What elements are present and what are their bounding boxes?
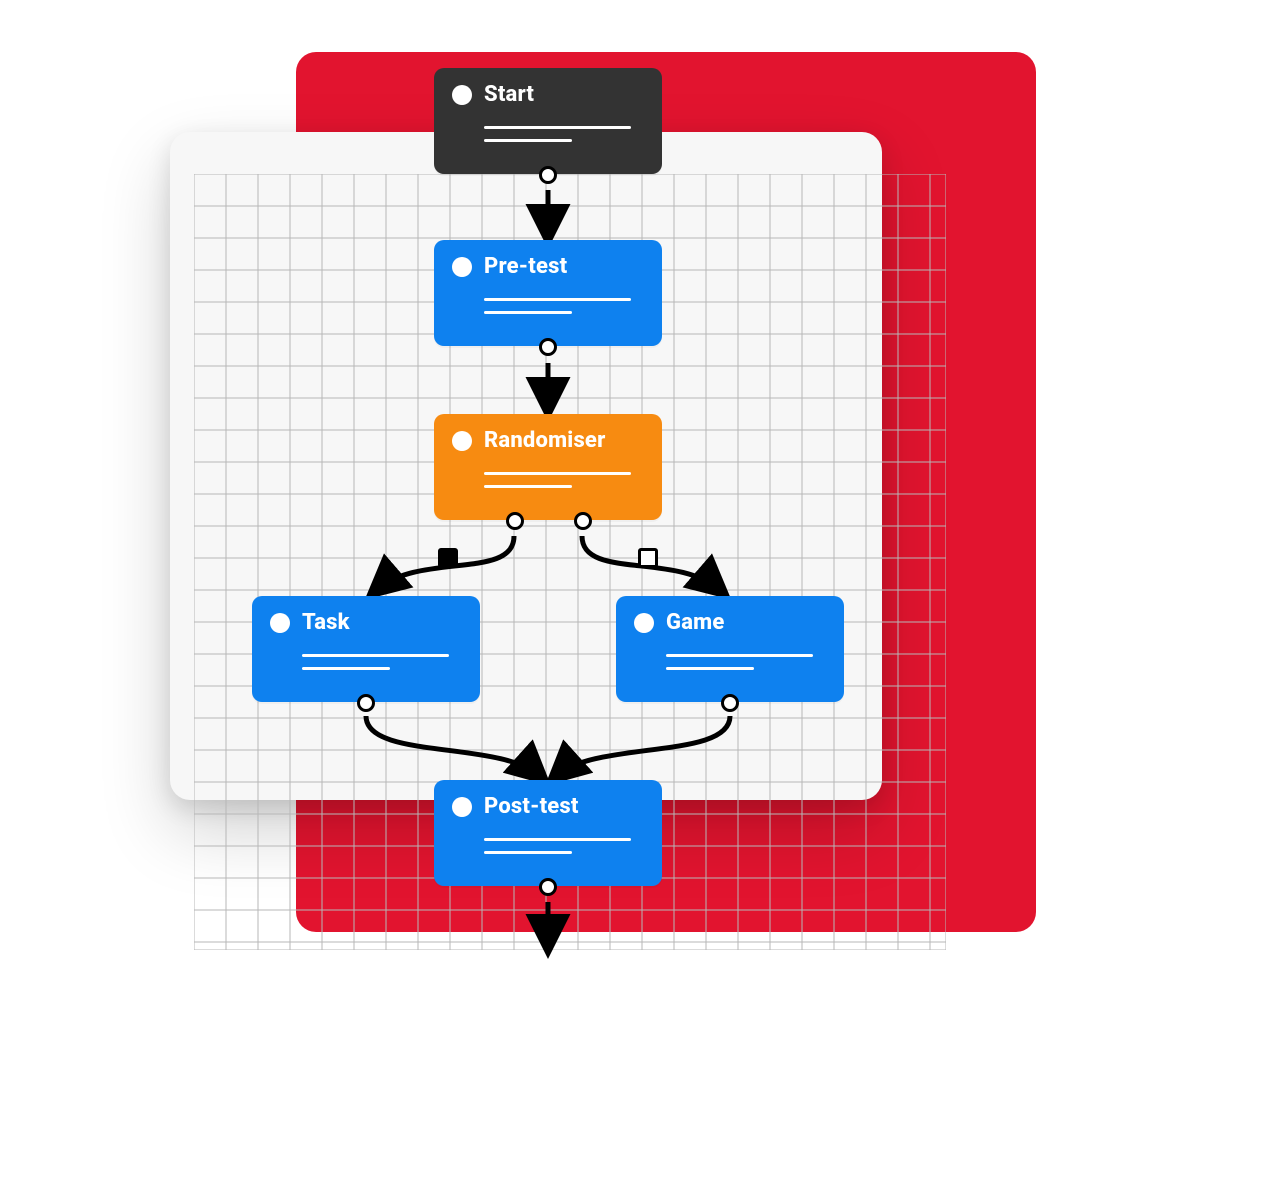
status-dot-icon [634, 613, 654, 633]
port-out-left[interactable] [506, 512, 524, 530]
branch-marker-filled-icon [438, 548, 458, 568]
node-title: Pre-test [484, 254, 567, 279]
flow-connectors [0, 0, 1280, 1189]
node-title: Start [484, 82, 534, 107]
node-title: Game [666, 610, 724, 635]
port-out[interactable] [539, 338, 557, 356]
port-out[interactable] [539, 878, 557, 896]
node-title: Task [302, 610, 350, 635]
diagram-stage: Start Pre-test Randomiser Task [0, 0, 1280, 1189]
status-dot-icon [452, 85, 472, 105]
node-placeholder-lines [484, 838, 644, 868]
node-placeholder-lines [484, 126, 644, 156]
node-title: Post-test [484, 794, 579, 819]
status-dot-icon [452, 431, 472, 451]
node-randomiser[interactable]: Randomiser [434, 414, 662, 520]
node-start[interactable]: Start [434, 68, 662, 174]
port-out[interactable] [357, 694, 375, 712]
node-placeholder-lines [484, 472, 644, 502]
node-placeholder-lines [484, 298, 644, 328]
node-game[interactable]: Game [616, 596, 844, 702]
node-placeholder-lines [302, 654, 462, 684]
branch-marker-open-icon [638, 548, 658, 568]
node-title: Randomiser [484, 428, 605, 453]
port-out[interactable] [539, 166, 557, 184]
port-out[interactable] [721, 694, 739, 712]
node-task[interactable]: Task [252, 596, 480, 702]
node-posttest[interactable]: Post-test [434, 780, 662, 886]
node-placeholder-lines [666, 654, 826, 684]
status-dot-icon [452, 797, 472, 817]
status-dot-icon [270, 613, 290, 633]
port-out-right[interactable] [574, 512, 592, 530]
node-pretest[interactable]: Pre-test [434, 240, 662, 346]
status-dot-icon [452, 257, 472, 277]
